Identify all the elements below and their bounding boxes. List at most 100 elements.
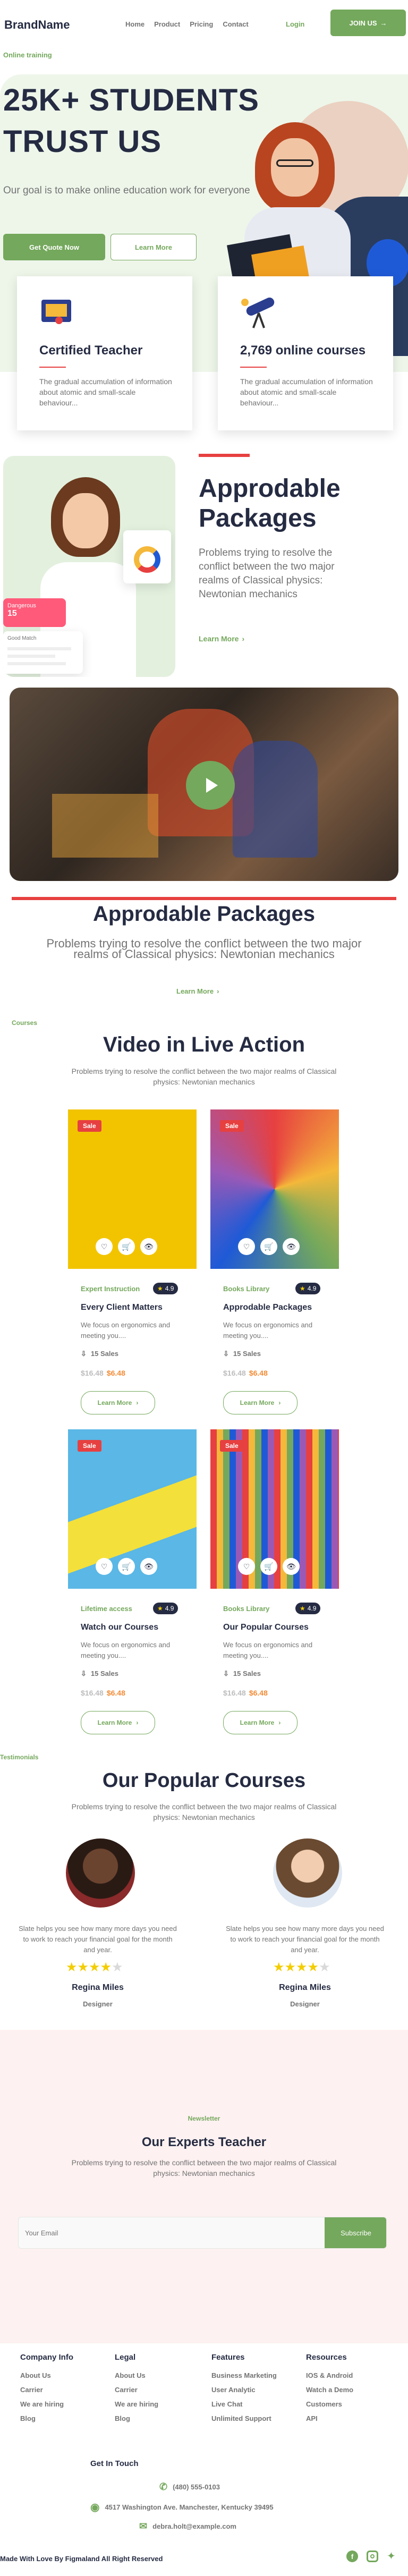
course-prices: $16.48 $6.48 (223, 1369, 268, 1377)
footer-link[interactable]: We are hiring (20, 2400, 110, 2408)
contact-phone[interactable]: ✆ (480) 555-0103 (159, 2481, 220, 2493)
packages-image: Dangerous 15 Good Match (3, 456, 175, 677)
footer-link[interactable]: About Us (20, 2371, 110, 2379)
footer-column-title: Legal (115, 2353, 136, 2362)
footer-column-title: Resources (306, 2353, 347, 2362)
instagram-icon[interactable] (367, 2550, 378, 2562)
brand-logo[interactable]: BrandName (4, 18, 70, 32)
footer-link[interactable]: Carrier (115, 2386, 205, 2394)
packages-accent (199, 454, 250, 457)
footer-link[interactable]: Carrier (20, 2386, 110, 2394)
cart-icon[interactable]: 🛒 (260, 1238, 277, 1255)
video-section-text: Problems trying to resolve the conflict … (46, 937, 362, 961)
footer-link[interactable]: Blog (115, 2414, 205, 2422)
testimonial-quote: Slate helps you see how many more days y… (19, 1925, 177, 1954)
course-learn-more-label: Learn More (97, 1719, 132, 1726)
course-card[interactable]: Sale ♡ 🛒 👁 Books Library ★ 4.9 Our Popul… (210, 1429, 339, 1738)
course-learn-more-button[interactable]: Learn More › (223, 1391, 298, 1414)
nav-contact[interactable]: Contact (223, 20, 248, 28)
play-icon (206, 778, 218, 793)
eye-icon[interactable]: 👁 (140, 1558, 157, 1575)
hero-learn-more-button[interactable]: Learn More (110, 234, 197, 260)
footer-link[interactable]: Unlimited Support (211, 2414, 302, 2422)
eye-icon[interactable]: 👁 (283, 1238, 300, 1255)
chevron-right-icon: › (278, 1399, 281, 1406)
contact-email[interactable]: ✉ debra.holt@example.com (139, 2521, 236, 2532)
heart-icon[interactable]: ♡ (96, 1558, 113, 1575)
star-icon: ★ (89, 1960, 100, 1975)
video-player[interactable] (10, 688, 398, 881)
join-button[interactable]: JOIN US → (330, 10, 406, 36)
course-description: We focus on ergonomics and meeting you..… (81, 1321, 171, 1340)
heart-icon[interactable]: ♡ (96, 1238, 113, 1255)
newsletter-tag: Newsletter (188, 2115, 220, 2122)
course-title[interactable]: Watch our Courses (81, 1623, 158, 1632)
course-title[interactable]: Every Client Matters (81, 1303, 163, 1312)
star-icon: ★ (307, 1960, 319, 1975)
footer-link[interactable]: User Analytic (211, 2386, 302, 2394)
feature-card-certified: Certified Teacher The gradual accumulati… (17, 276, 192, 430)
cart-icon[interactable]: 🛒 (118, 1238, 135, 1255)
old-price: $16.48 (81, 1689, 104, 1697)
login-link[interactable]: Login (286, 20, 304, 28)
rating-value: 4.9 (165, 1285, 174, 1292)
footer-link[interactable]: API (306, 2414, 396, 2422)
nav-home[interactable]: Home (125, 20, 144, 28)
footer-link[interactable]: About Us (115, 2371, 205, 2379)
newsletter-text: Problems trying to resolve the conflict … (71, 2158, 337, 2177)
eye-icon[interactable]: 👁 (283, 1558, 300, 1575)
course-learn-more-label: Learn More (97, 1399, 132, 1406)
course-learn-more-button[interactable]: Learn More › (81, 1711, 155, 1734)
new-price: $6.48 (106, 1369, 125, 1377)
twitter-icon[interactable]: ✦ (387, 2550, 396, 2562)
course-learn-more-label: Learn More (240, 1719, 275, 1726)
footer-link[interactable]: We are hiring (115, 2400, 205, 2408)
get-quote-button[interactable]: Get Quote Now (3, 234, 105, 260)
course-card[interactable]: Sale ♡ 🛒 👁 Lifetime access ★ 4.9 Watch o… (68, 1429, 197, 1738)
course-title[interactable]: Approdable Packages (223, 1303, 312, 1312)
feature-divider (39, 367, 66, 368)
course-category[interactable]: Books Library (223, 1605, 269, 1613)
nav-pricing[interactable]: Pricing (190, 20, 213, 28)
nav-product[interactable]: Product (154, 20, 180, 28)
cart-icon[interactable]: 🛒 (260, 1558, 277, 1575)
location-pin-icon: ◉ (90, 2502, 100, 2513)
heart-icon[interactable]: ♡ (238, 1558, 255, 1575)
heart-icon[interactable]: ♡ (238, 1238, 255, 1255)
course-category[interactable]: Expert Instruction (81, 1285, 140, 1293)
video-learn-more[interactable]: Learn More › (176, 987, 219, 995)
email-field[interactable] (19, 2217, 325, 2248)
course-learn-more-button[interactable]: Learn More › (223, 1711, 298, 1734)
course-title[interactable]: Our Popular Courses (223, 1623, 309, 1632)
footer-link[interactable]: Live Chat (211, 2400, 302, 2408)
glasses-icon (276, 159, 313, 167)
course-learn-more-button[interactable]: Learn More › (81, 1391, 155, 1414)
course-actions: ♡ 🛒 👁 (238, 1238, 300, 1255)
course-category[interactable]: Lifetime access (81, 1605, 132, 1613)
contact-address[interactable]: ◉ 4517 Washington Ave. Manchester, Kentu… (90, 2501, 274, 2514)
footer-link[interactable]: IOS & Android (306, 2371, 396, 2379)
cart-icon[interactable]: 🛒 (118, 1558, 135, 1575)
footer-link[interactable]: Customers (306, 2400, 396, 2408)
header: BrandName Home Product Pricing Contact L… (0, 0, 408, 53)
footer-link[interactable]: Watch a Demo (306, 2386, 396, 2394)
course-card[interactable]: Sale ♡ 🛒 👁 Books Library ★ 4.9 Approdabl… (210, 1109, 339, 1418)
social-links: f ✦ (346, 2550, 396, 2562)
play-button[interactable] (186, 761, 235, 810)
eye-icon[interactable]: 👁 (140, 1238, 157, 1255)
star-empty-icon: ★ (319, 1960, 330, 1975)
footer-column: Features Business Marketing User Analytic L… (211, 2353, 302, 2429)
copyright: Made With Love By Figmaland All Right Re… (0, 2555, 163, 2563)
facebook-icon[interactable]: f (346, 2550, 358, 2562)
mini-list-card: Good Match (3, 631, 83, 674)
footer-link[interactable]: Business Marketing (211, 2371, 302, 2379)
packages-learn-more[interactable]: Learn More › (199, 634, 244, 643)
old-price: $16.48 (223, 1369, 246, 1377)
footer-link[interactable]: Blog (20, 2414, 110, 2422)
subscribe-button[interactable]: Subscribe (325, 2217, 386, 2248)
old-price: $16.48 (223, 1689, 246, 1697)
course-prices: $16.48 $6.48 (223, 1689, 268, 1697)
course-category[interactable]: Books Library (223, 1285, 269, 1293)
course-card[interactable]: Sale ♡ 🛒 👁 Expert Instruction ★ 4.9 Ever… (68, 1109, 197, 1418)
feature-text: The gradual accumulation of information … (39, 377, 172, 407)
